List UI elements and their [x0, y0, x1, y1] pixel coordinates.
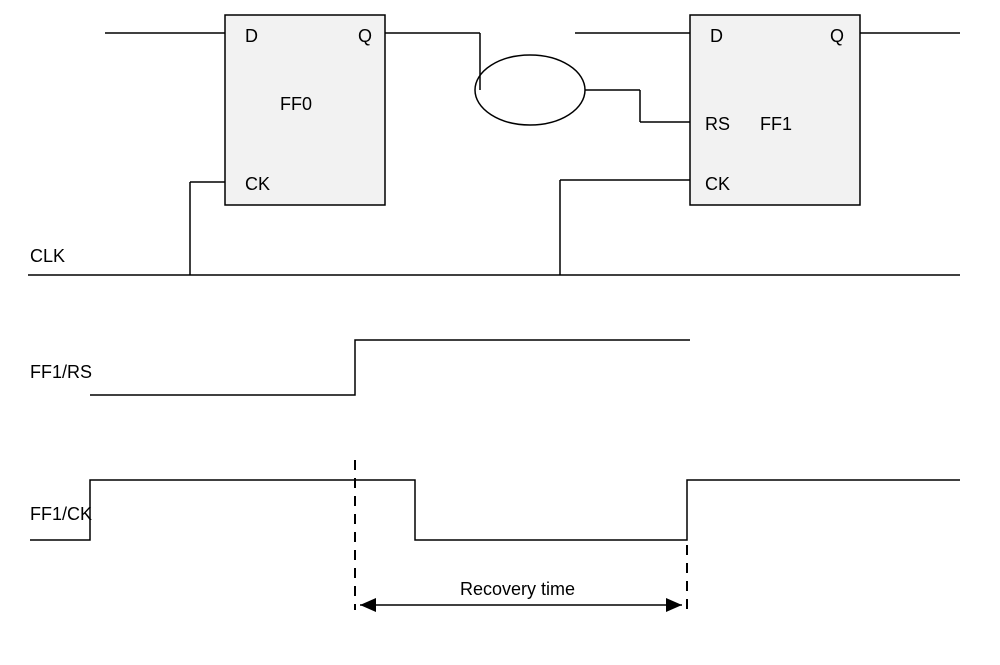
- recovery-time-annotation: Recovery time: [355, 460, 687, 612]
- waveform-ff1-rs: [90, 340, 690, 395]
- ff0-ck-label: CK: [245, 174, 270, 194]
- ff0-name-label: FF0: [280, 94, 312, 114]
- clk-label: CLK: [30, 246, 65, 266]
- ff1-rs-label: FF1/RS: [30, 362, 92, 382]
- ff1-rs-label: RS: [705, 114, 730, 134]
- flipflop-ff1: D Q RS FF1 CK: [690, 15, 860, 205]
- logic-cloud: [475, 55, 585, 125]
- waveform-ff1-ck: [30, 480, 960, 540]
- ff0-d-label: D: [245, 26, 258, 46]
- ff1-d-label: D: [710, 26, 723, 46]
- flipflop-ff0: D Q FF0 CK: [225, 15, 385, 205]
- recovery-time-label: Recovery time: [460, 579, 575, 599]
- ff1-ck-label: FF1/CK: [30, 504, 92, 524]
- ff1-q-label: Q: [830, 26, 844, 46]
- ff1-ck-label: CK: [705, 174, 730, 194]
- ff1-name-label: FF1: [760, 114, 792, 134]
- ff0-q-label: Q: [358, 26, 372, 46]
